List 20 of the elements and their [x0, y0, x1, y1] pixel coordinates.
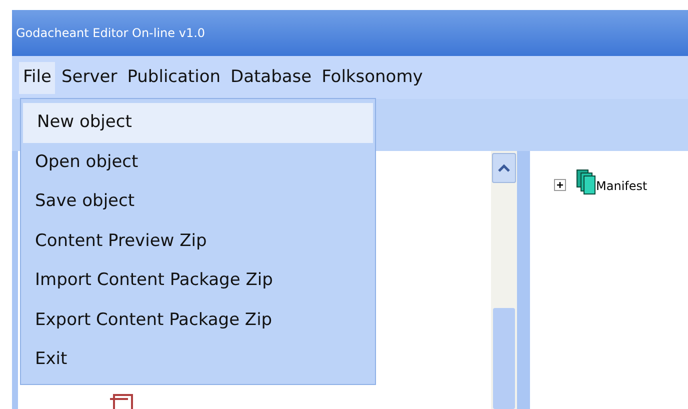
menu-entry[interactable]: Open object — [21, 142, 375, 182]
menu-item[interactable]: Publication — [123, 62, 224, 94]
menu-entry[interactable]: Exit — [21, 340, 375, 380]
menu-item[interactable]: Folksonomy — [318, 62, 427, 94]
scrollbar[interactable] — [491, 151, 517, 409]
menu-entry[interactable]: Import Content Package Zip — [21, 261, 375, 300]
menu-item[interactable]: Server — [57, 62, 122, 94]
menu-entry[interactable]: Export Content Package Zip — [21, 300, 375, 340]
scroll-up-button[interactable] — [492, 153, 516, 183]
window-title: Godacheant Editor On-line v1.0 — [16, 25, 206, 42]
expand-icon[interactable] — [554, 179, 566, 191]
menu-item[interactable]: Database — [226, 62, 316, 94]
scroll-thumb[interactable] — [493, 308, 515, 409]
menu-entry[interactable]: Content Preview Zip — [21, 222, 375, 261]
chevron-up-icon — [497, 163, 511, 173]
menu-entry[interactable]: New object — [23, 103, 373, 142]
menu-item[interactable]: File — [19, 62, 56, 94]
stacked-pages-icon — [576, 169, 596, 195]
menu-entry[interactable]: Save object — [21, 182, 375, 222]
tree-item-label[interactable]: Manifest — [596, 177, 648, 195]
